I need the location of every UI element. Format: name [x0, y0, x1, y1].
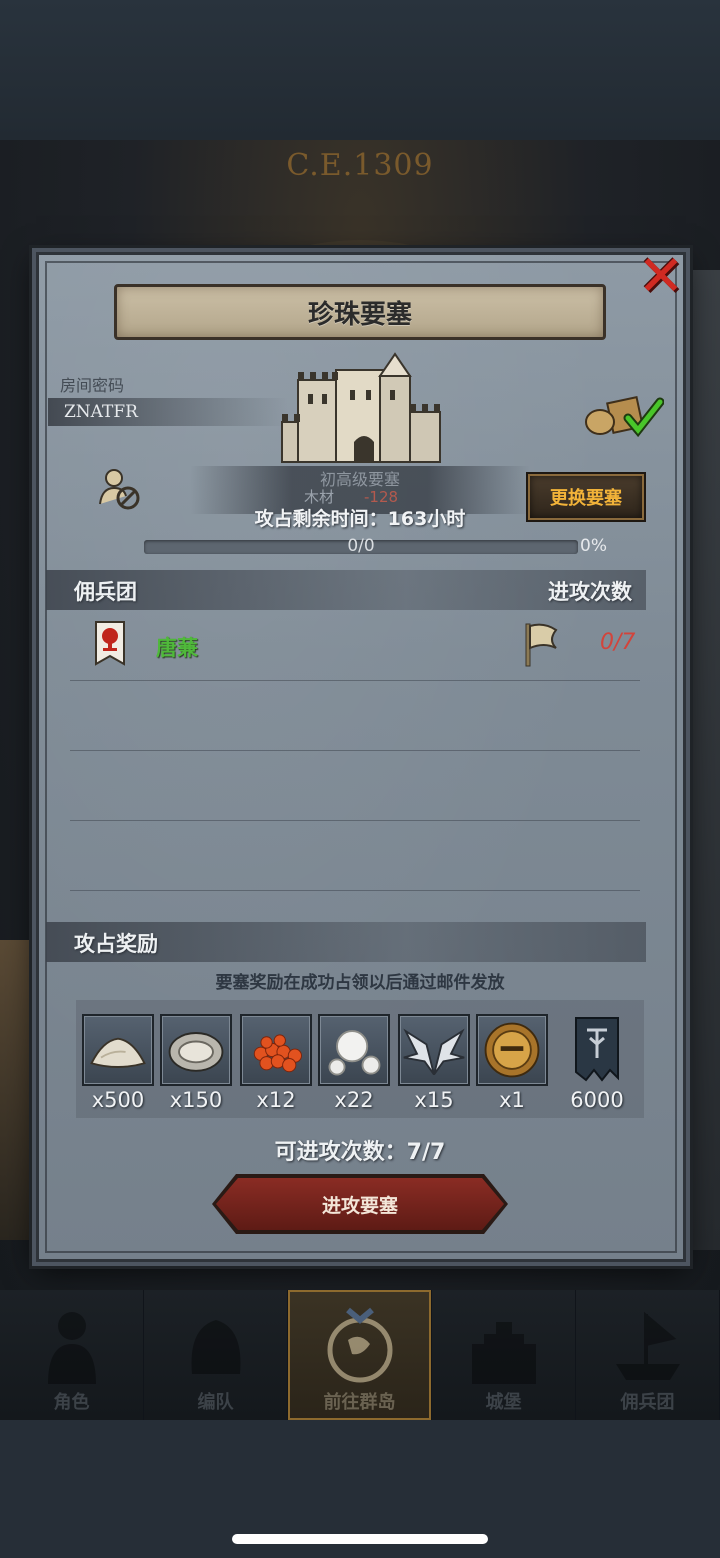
year-label: C.E.1309	[286, 148, 434, 183]
row-divider	[70, 890, 640, 891]
salt-pile-icon	[90, 1037, 146, 1068]
globe-icon	[327, 1307, 392, 1383]
reward-qty: x1	[499, 1088, 525, 1112]
top-background	[0, 0, 720, 140]
golden-helmet-icon	[484, 1022, 540, 1078]
attacks-available: 可进攻次数：7/7	[274, 1140, 446, 1165]
castle-icon	[281, 352, 441, 463]
bottom-nav: 角色 编队 前往群岛 城堡 佣兵团	[0, 1290, 720, 1420]
reward-qty: x15	[414, 1088, 454, 1112]
close-icon: ✕	[637, 244, 685, 309]
honor-banner-icon[interactable]	[572, 1014, 622, 1086]
home-indicator[interactable]	[232, 1534, 488, 1544]
reward-item-roe[interactable]	[240, 1014, 312, 1086]
title-banner: 珍珠要塞	[114, 284, 606, 340]
right-side-panel	[688, 270, 720, 1250]
mercenary-row[interactable]	[60, 610, 650, 680]
room-code-label: 房间密码	[60, 376, 125, 395]
oyster-icon	[168, 1032, 224, 1072]
reward-qty: x12	[256, 1088, 296, 1112]
mercenary-name[interactable]: 唐蒹	[156, 632, 198, 662]
castle-icon	[471, 1322, 536, 1384]
mercenary-attack-count: 0/7	[600, 630, 636, 655]
fish-roe-icon	[253, 1034, 302, 1073]
nav-label: 编队	[197, 1392, 234, 1413]
no-person-icon[interactable]	[96, 466, 144, 512]
progress-text: 0/0	[347, 536, 375, 556]
reward-qty: 6000	[570, 1088, 624, 1112]
nav-item-mercenary[interactable]: 佣兵团	[576, 1290, 720, 1420]
row-divider	[70, 750, 640, 751]
nav-item-formation[interactable]: 编队	[144, 1290, 288, 1420]
nav-item-character[interactable]: 角色	[0, 1290, 144, 1420]
reward-qty: x150	[169, 1088, 223, 1112]
nav-label: 城堡	[485, 1392, 522, 1413]
pearl-icon	[328, 1030, 381, 1076]
close-button[interactable]: ✕	[632, 248, 690, 306]
nav-label: 前往群岛	[323, 1392, 396, 1413]
modal-title: 珍珠要塞	[307, 299, 412, 330]
supplies-check-icon[interactable]	[584, 390, 664, 440]
nav-label: 佣兵团	[620, 1392, 675, 1413]
attack-count-header: 进攻次数	[548, 580, 632, 604]
reward-item-oyster[interactable]	[160, 1014, 232, 1086]
reward-item-helmet[interactable]	[476, 1014, 548, 1086]
mercenary-header: 佣兵团	[74, 580, 137, 604]
row-divider	[70, 680, 640, 681]
reward-item-salt[interactable]	[82, 1014, 154, 1086]
progress-percent: 0%	[580, 536, 607, 556]
ship-icon	[615, 1311, 680, 1380]
row-divider	[70, 820, 640, 821]
helmet-icon	[191, 1320, 240, 1374]
flag-icon	[525, 623, 558, 667]
attack-fortress-button[interactable]: 进攻要塞	[216, 1178, 504, 1230]
reward-qty: x500	[91, 1088, 145, 1112]
room-code[interactable]: ZNATFR	[64, 402, 138, 422]
reward-note: 要塞奖励在成功占领以后通过邮件发放	[215, 973, 505, 993]
reward-qty: x22	[334, 1088, 374, 1112]
knight-icon	[47, 1312, 96, 1384]
nav-item-castle[interactable]: 城堡	[432, 1290, 576, 1420]
silver-wings-icon	[403, 1028, 465, 1076]
change-fortress-button[interactable]: 更换要塞	[528, 474, 644, 520]
nav-label: 角色	[53, 1392, 90, 1413]
nav-item-islands[interactable]: 前往群岛	[288, 1290, 432, 1420]
guild-banner-icon	[95, 621, 125, 666]
reward-item-pearl[interactable]	[318, 1014, 390, 1086]
reward-header: 攻占奖励	[74, 932, 158, 956]
reward-item-wings[interactable]	[398, 1014, 470, 1086]
